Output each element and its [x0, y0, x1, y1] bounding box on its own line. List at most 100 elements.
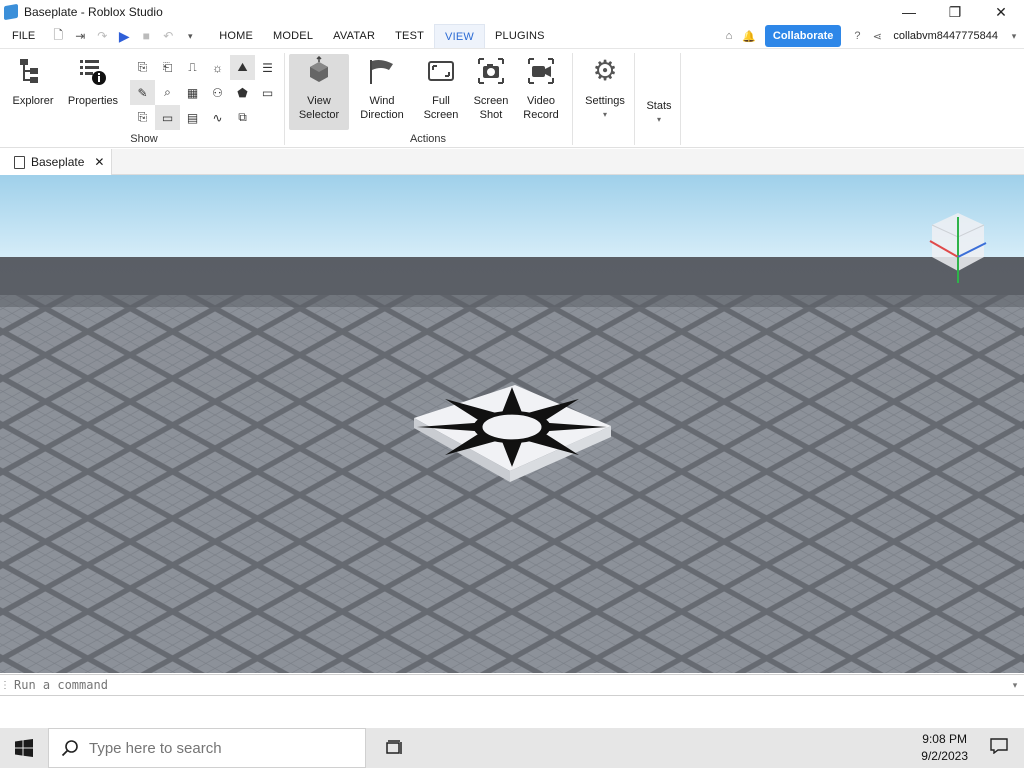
tag-editor-icon[interactable]: ☰: [255, 55, 280, 80]
horizon-haze: [0, 257, 1024, 307]
place-file-icon: [14, 155, 25, 169]
properties-icon: [76, 54, 110, 88]
camera-icon: [474, 54, 508, 88]
view-selector-button[interactable]: View Selector: [289, 54, 349, 130]
network-icon[interactable]: ∿: [205, 105, 230, 130]
file-menu[interactable]: FILE: [0, 30, 47, 42]
team-create-icon[interactable]: ☼: [205, 55, 230, 80]
viewport-scene: [0, 175, 1024, 673]
asset-manager-icon[interactable]: ✎: [130, 80, 155, 105]
wind-direction-label-2: Direction: [360, 109, 404, 121]
settings-button[interactable]: ⚙ Settings ▾: [578, 54, 632, 130]
command-dropdown-icon[interactable]: ▾: [1006, 680, 1024, 691]
stop-icon[interactable]: ■: [135, 25, 157, 47]
quick-access-dropdown-icon[interactable]: ▾: [179, 25, 201, 47]
close-button[interactable]: ✕: [978, 0, 1024, 24]
explorer-button[interactable]: Explorer: [6, 54, 60, 130]
video-record-label-2: Record: [523, 109, 559, 121]
call-stack-icon[interactable]: ⎘: [130, 105, 155, 130]
undo-icon[interactable]: ↶: [157, 25, 179, 47]
video-record-button[interactable]: Video Record: [516, 54, 566, 130]
show-group-label: Show: [130, 133, 158, 145]
full-screen-button[interactable]: Full Screen: [416, 54, 466, 130]
collapse-ribbon-icon[interactable]: ⌂: [719, 24, 739, 48]
screen-shot-label-2: Shot: [479, 109, 503, 121]
window-title: Baseplate - Roblox Studio: [24, 5, 163, 19]
clock-time: 9:08 PM: [922, 732, 967, 746]
performance-icon[interactable]: ▤: [180, 105, 205, 130]
toolbox-icon[interactable]: ⎘: [130, 55, 155, 80]
publish-icon[interactable]: ⇥: [69, 25, 91, 47]
find-results-icon[interactable]: ⌕: [155, 80, 180, 105]
task-view-icon[interactable]: [370, 728, 420, 768]
stats-dropdown-icon[interactable]: ▾: [657, 113, 661, 127]
view-selector-icon: [302, 54, 336, 88]
properties-button[interactable]: Properties: [62, 54, 124, 130]
maximize-button[interactable]: ❐: [932, 0, 978, 24]
minimize-button[interactable]: —: [886, 0, 932, 24]
windows-logo-icon: [15, 739, 33, 757]
explorer-icon: [16, 54, 50, 88]
play-icon[interactable]: ▶: [113, 25, 135, 47]
terrain-editor-icon[interactable]: ⛰: [230, 55, 255, 80]
full-screen-label-1: Full: [432, 95, 450, 107]
wind-direction-button[interactable]: Wind Direction: [352, 54, 412, 130]
command-bar-icon[interactable]: ▭: [155, 105, 180, 130]
separator: [284, 53, 285, 145]
start-button[interactable]: [0, 728, 48, 768]
stats-button[interactable]: Stats ▾: [638, 54, 680, 130]
user-dropdown-icon[interactable]: ▾: [1004, 24, 1024, 48]
windows-icon[interactable]: ⧉: [230, 105, 255, 130]
tab-home[interactable]: HOME: [209, 24, 263, 48]
tab-avatar[interactable]: AVATAR: [323, 24, 385, 48]
redo-icon[interactable]: ↷: [91, 25, 113, 47]
settings-dropdown-icon[interactable]: ▾: [603, 108, 607, 122]
tab-plugins[interactable]: PLUGINS: [485, 24, 555, 48]
show-tools-grid: ⎘ ⎗ ⎍ ☼ ⛰ ☰ ✎ ⌕ ▦ ⚇ ⬟ ▭ ⎘ ▭ ▤ ∿ ⧉: [130, 55, 280, 130]
screen-shot-label-1: Screen: [473, 95, 509, 107]
script-analysis-icon[interactable]: ⚇: [205, 80, 230, 105]
separator: [634, 53, 635, 145]
collaborate-button[interactable]: Collaborate: [764, 25, 842, 47]
tags-icon[interactable]: ⬟: [230, 80, 255, 105]
output-icon[interactable]: ⎗: [155, 55, 180, 80]
script-performance-icon[interactable]: ⎍: [180, 55, 205, 80]
window-controls: — ❐ ✕: [886, 0, 1024, 24]
new-file-icon[interactable]: 🗋: [47, 25, 69, 47]
sky: [0, 175, 1024, 261]
taskbar-search-input[interactable]: [89, 739, 349, 757]
notification-bell-icon[interactable]: 🔔: [739, 24, 759, 48]
taskbar-search-box[interactable]: [48, 728, 366, 768]
username[interactable]: collabvm8447775844: [893, 30, 998, 42]
tab-test[interactable]: TEST: [385, 24, 434, 48]
roblox-studio-logo-icon: [4, 3, 18, 21]
tab-view[interactable]: VIEW: [434, 24, 485, 48]
command-bar-grip-icon[interactable]: ⋮: [0, 680, 10, 691]
help-icon[interactable]: ?: [847, 24, 867, 48]
screen-shot-button[interactable]: Screen Shot: [468, 54, 514, 130]
wind-direction-icon: [365, 54, 399, 88]
action-center-icon[interactable]: [990, 738, 1008, 759]
doc-tab-baseplate[interactable]: Baseplate ✕: [0, 149, 112, 175]
document-tab-bar: Baseplate ✕: [0, 149, 1024, 175]
tab-model[interactable]: MODEL: [263, 24, 323, 48]
system-clock[interactable]: 9:08 PM 9/2/2023: [921, 731, 968, 765]
floor-tiles: [0, 295, 1024, 673]
doc-tab-close-icon[interactable]: ✕: [94, 155, 104, 169]
menu-bar: FILE 🗋 ⇥ ↷ ▶ ■ ↶ ▾ HOME MODEL AVATAR TES…: [0, 24, 1024, 48]
view-selector-label-2: Selector: [298, 109, 340, 121]
share-icon[interactable]: ⋖: [867, 24, 887, 48]
device-icon[interactable]: ▭: [255, 80, 280, 105]
doc-tab-label: Baseplate: [31, 155, 85, 169]
command-input[interactable]: [10, 675, 1006, 695]
3d-viewport[interactable]: [0, 175, 1024, 673]
separator: [572, 53, 573, 145]
menu-right-area: ⌂ 🔔 Collaborate ? ⋖ collabvm8447775844 ▾: [719, 24, 1024, 48]
video-camera-icon: [524, 54, 558, 88]
search-icon: [61, 740, 78, 757]
task-scheduler-icon[interactable]: ▦: [180, 80, 205, 105]
command-bar: ⋮ ▾: [0, 674, 1024, 696]
properties-label: Properties: [67, 95, 119, 107]
wind-direction-label-1: Wind: [369, 95, 395, 107]
gear-icon: ⚙: [592, 55, 618, 86]
